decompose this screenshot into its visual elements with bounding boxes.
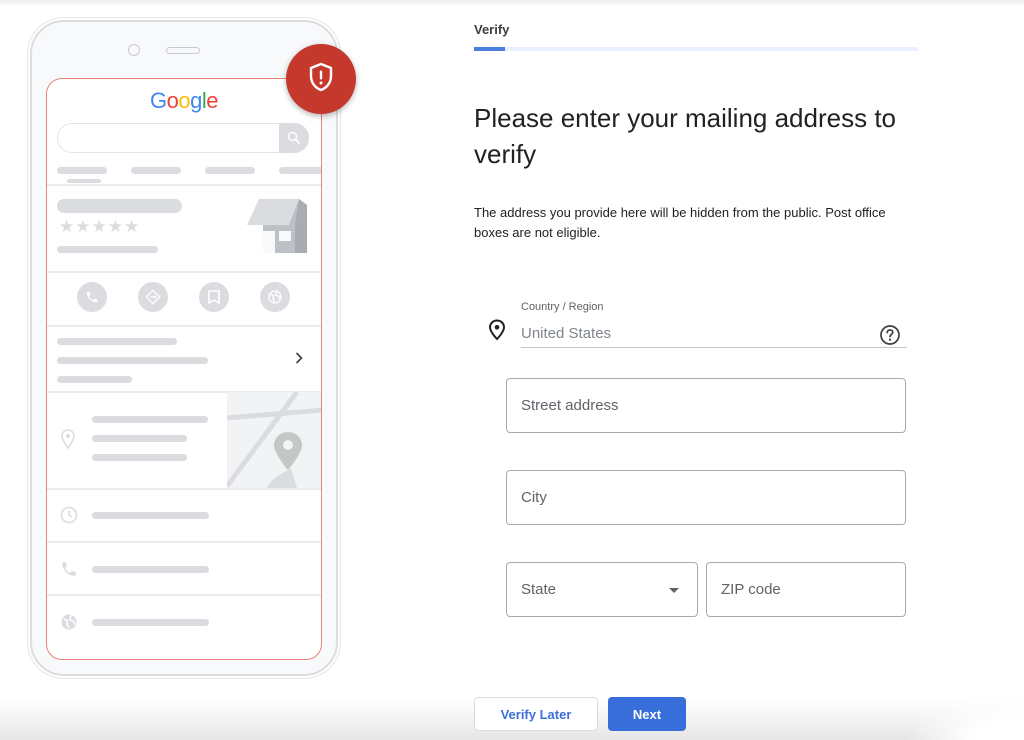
logo-letter: o: [166, 88, 179, 113]
divider: [47, 325, 321, 327]
country-underline: [521, 347, 907, 348]
country-region-field[interactable]: United States: [521, 325, 611, 342]
placeholder-bar: [131, 167, 181, 174]
placeholder-bar: [92, 512, 209, 519]
phone-screen: Google ★★★★★: [46, 78, 322, 660]
logo-letter: e: [206, 88, 218, 113]
search-icon: [279, 123, 309, 153]
directions-icon: [138, 282, 168, 312]
help-circle-icon[interactable]: [879, 324, 901, 351]
phone-illustration: Google ★★★★★: [30, 20, 338, 676]
logo-letter: G: [149, 88, 167, 113]
divider: [47, 184, 321, 186]
top-shadow: [0, 0, 1024, 6]
shield-alert-badge: [286, 44, 356, 114]
placeholder-bar: [57, 376, 132, 383]
shield-alert-icon: [308, 62, 334, 97]
verify-later-button[interactable]: Verify Later: [474, 697, 598, 731]
divider: [47, 271, 321, 273]
placeholder-bar: [279, 167, 321, 174]
map-thumbnail: [227, 392, 321, 488]
globe-icon: [60, 613, 78, 636]
placeholder-bar: [57, 338, 177, 345]
placeholder-bar: [92, 435, 187, 442]
state-placeholder: State: [521, 581, 557, 598]
state-select[interactable]: State: [506, 562, 698, 617]
google-logo: Google: [47, 88, 321, 114]
divider: [47, 594, 321, 596]
placeholder-bar: [57, 246, 158, 253]
phone-camera: [128, 44, 140, 56]
placeholder-bar: [92, 416, 208, 423]
bookmark-icon: [199, 282, 229, 312]
divider: [47, 488, 321, 490]
mock-search-bar: [57, 123, 309, 153]
logo-letter: g: [190, 88, 202, 113]
clock-icon: [60, 506, 78, 529]
city-placeholder: City: [521, 489, 547, 506]
zip-code-placeholder: ZIP code: [721, 581, 781, 598]
progress-bar: [474, 47, 918, 51]
placeholder-bar: [205, 167, 255, 174]
phone-icon: [77, 282, 107, 312]
placeholder-bar: [92, 454, 187, 461]
location-pin-icon: [488, 319, 506, 346]
page-title: Please enter your mailing address to ver…: [474, 103, 897, 169]
phone-speaker: [166, 47, 200, 54]
phone-icon: [60, 560, 78, 583]
zip-code-input[interactable]: ZIP code: [706, 562, 906, 617]
logo-letter: o: [178, 88, 191, 113]
street-address-placeholder: Street address: [521, 397, 619, 414]
placeholder-bar: [67, 179, 101, 183]
city-input[interactable]: City: [506, 470, 906, 525]
street-address-input[interactable]: Street address: [506, 378, 906, 433]
placeholder-bar: [57, 167, 107, 174]
placeholder-bar: [92, 566, 209, 573]
rating-stars: ★★★★★: [59, 217, 141, 236]
placeholder-bar: [92, 619, 209, 626]
corner-fade: [904, 690, 1024, 740]
divider: [47, 541, 321, 543]
placeholder-title-bar: [57, 199, 182, 213]
step-label: Verify: [474, 22, 510, 37]
location-pin-icon: [61, 429, 75, 454]
progress-fill: [474, 47, 506, 51]
country-region-label: Country / Region: [521, 301, 604, 313]
chevron-right-icon: [295, 351, 303, 369]
storefront-icon: [247, 197, 309, 260]
next-button[interactable]: Next: [608, 697, 686, 731]
dropdown-arrow-icon: [669, 588, 679, 593]
globe-icon: [260, 282, 290, 312]
placeholder-bar: [57, 357, 208, 364]
page-description: The address you provide here will be hid…: [474, 205, 886, 240]
